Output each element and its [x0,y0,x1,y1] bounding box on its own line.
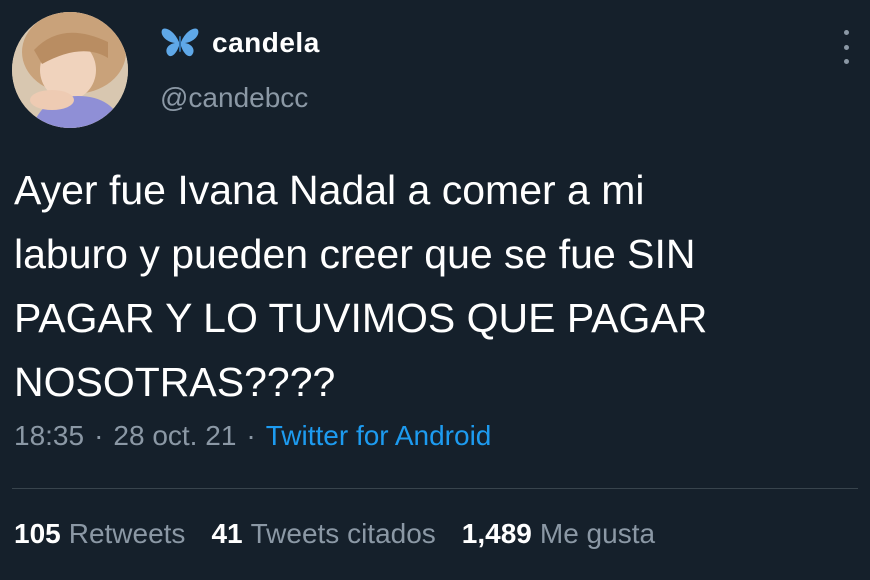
retweets-count: 105 [14,518,61,549]
quote-tweets-stat[interactable]: 41 Tweets citados [211,518,435,550]
avatar-photo [12,12,128,128]
likes-stat[interactable]: 1,489 Me gusta [462,518,655,550]
avatar[interactable] [12,12,128,128]
meta-separator: · [94,420,104,451]
meta-separator-2: · [246,420,256,451]
tweet-header: candela @candebcc [12,12,858,130]
quote-tweets-label: Tweets citados [250,518,436,549]
retweets-stat[interactable]: 105 Retweets [14,518,185,550]
tweet-date[interactable]: 28 oct. 21 [113,420,236,452]
user-handle[interactable]: @candebcc [160,82,308,114]
butterfly-icon [160,26,200,60]
tweet-meta: 18:35 · 28 oct. 21 · Twitter for Android [14,420,491,452]
tweet-stats: 105 Retweets 41 Tweets citados 1,489 Me gus… [14,518,681,550]
tweet-source-link[interactable]: Twitter for Android [266,420,492,452]
quote-tweets-count: 41 [211,518,243,549]
retweets-label: Retweets [68,518,186,549]
name-row[interactable]: candela [160,26,320,60]
tweet-text: Ayer fue Ivana Nadal a comer a mi laburo… [14,167,708,405]
likes-count: 1,489 [461,518,532,549]
tweet-card: candela @candebcc Ayer fue Ivana Nadal a… [0,0,870,580]
likes-label: Me gusta [539,518,656,549]
divider [12,488,858,489]
tweet-time[interactable]: 18:35 [14,420,84,452]
display-name: candela [212,27,320,58]
more-vertical-icon[interactable] [842,30,850,64]
